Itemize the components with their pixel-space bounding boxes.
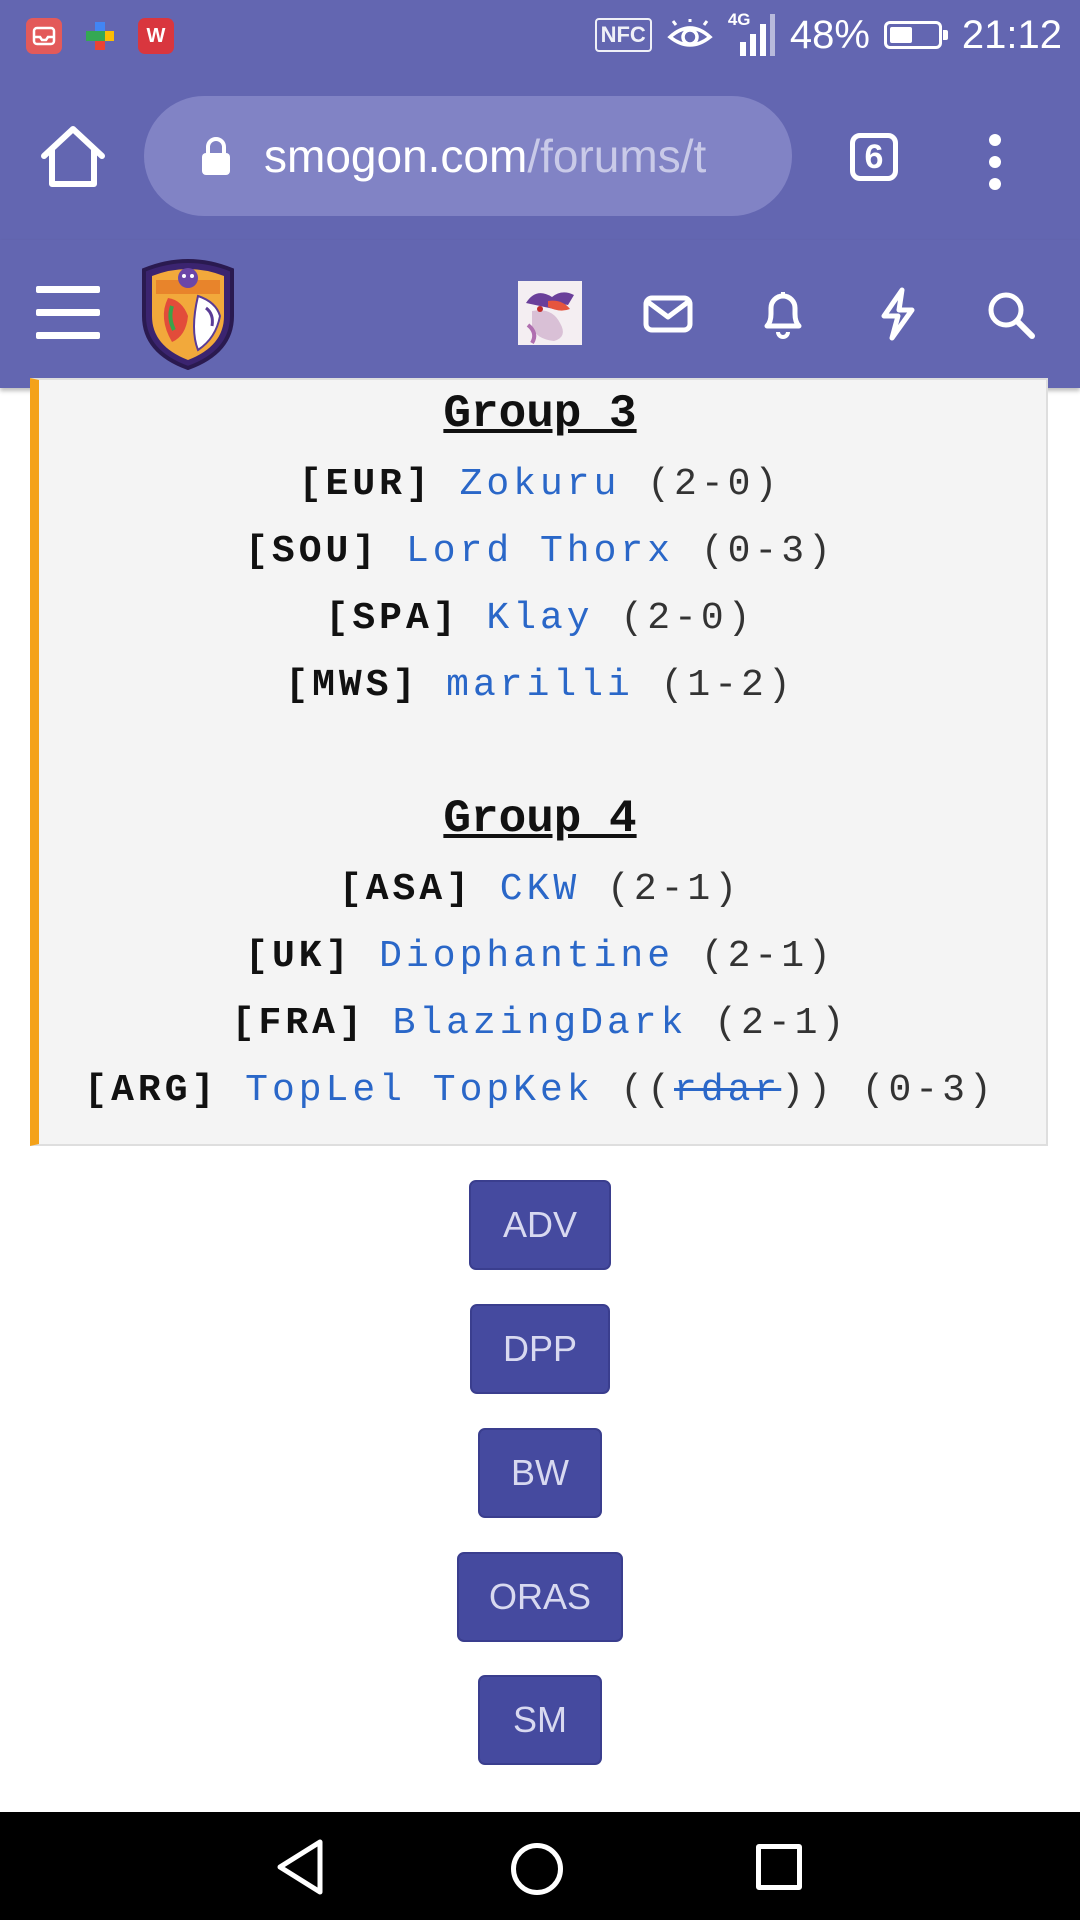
record: (2-1): [700, 935, 835, 978]
clock: 21:12: [961, 12, 1062, 57]
player-link[interactable]: Lord Thorx: [406, 530, 674, 573]
notification-icons: W: [26, 18, 174, 54]
player-link[interactable]: TopLel TopKek: [245, 1069, 593, 1112]
player-link[interactable]: Klay: [486, 597, 593, 640]
browser-toolbar: smogon.com/forums/t 6: [0, 74, 1080, 240]
list-item: [MWS] marilli (1-2): [0, 664, 1080, 707]
menu-icon[interactable]: [36, 286, 100, 340]
status-bar: W NFC 4G 48% 21:12: [0, 0, 1080, 74]
email-app-icon: [26, 18, 62, 54]
player-link[interactable]: Zokuru: [460, 463, 621, 506]
more-options-icon[interactable]: [985, 132, 1005, 192]
tier-button-oras[interactable]: ORAS: [457, 1552, 623, 1642]
list-item: [SPA] Klay (2-0): [0, 597, 1080, 640]
region-tag: [SOU]: [245, 530, 380, 573]
struck-player-link[interactable]: rdar: [674, 1069, 781, 1112]
player-link[interactable]: marilli: [446, 664, 634, 707]
record: (0-3): [700, 530, 835, 573]
sub-paren-close: )): [781, 1069, 835, 1112]
sub-paren-open: ((: [620, 1069, 675, 1112]
back-icon[interactable]: [274, 1838, 326, 1896]
nfc-icon: NFC: [594, 18, 652, 52]
record: (2-0): [647, 463, 782, 506]
region-tag: [ASA]: [338, 868, 473, 911]
play-games-icon: [82, 18, 118, 54]
region-tag: [EUR]: [298, 463, 433, 506]
smogon-logo[interactable]: [136, 256, 240, 370]
wps-office-icon: W: [138, 18, 174, 54]
battery-percent: 48%: [789, 12, 870, 57]
url-path: /forums/t: [527, 130, 707, 182]
home-icon[interactable]: [38, 122, 108, 192]
user-avatar[interactable]: [518, 281, 582, 345]
whats-new-bolt-icon[interactable]: [870, 286, 926, 342]
record: (2-1): [607, 868, 742, 911]
system-indicators: NFC 4G 48% 21:12: [594, 10, 1062, 58]
player-link[interactable]: BlazingDark: [393, 1002, 688, 1045]
battery-icon: [883, 21, 948, 49]
list-item: [EUR] Zokuru (2-0): [0, 463, 1080, 506]
record: (1-2): [660, 664, 795, 707]
list-item: [SOU] Lord Thorx (0-3): [0, 530, 1080, 573]
region-tag: [UK]: [245, 935, 353, 978]
list-item: [ASA] CKW (2-1): [0, 868, 1080, 911]
group-title: Group 4: [443, 793, 637, 845]
tier-button-dpp[interactable]: DPP: [470, 1304, 610, 1394]
tier-button-sm[interactable]: SM: [478, 1675, 602, 1765]
forum-header: [0, 240, 1080, 388]
lock-icon: [202, 137, 230, 175]
list-item: [UK] Diophantine (2-1): [0, 935, 1080, 978]
record: (2-1): [714, 1002, 849, 1045]
url-host: smogon.com: [264, 130, 528, 182]
region-tag: [FRA]: [231, 1002, 366, 1045]
system-navigation-bar: [0, 1812, 1080, 1920]
tab-switcher-button[interactable]: 6: [850, 133, 898, 181]
tier-button-adv[interactable]: ADV: [469, 1180, 611, 1270]
home-circle-icon[interactable]: [511, 1843, 563, 1895]
record: (0-3): [861, 1069, 996, 1112]
address-bar[interactable]: smogon.com/forums/t: [144, 96, 792, 216]
group-title: Group 3: [443, 388, 637, 440]
region-tag: [MWS]: [285, 664, 420, 707]
region-tag: [SPA]: [325, 597, 460, 640]
region-tag: [ARG]: [84, 1069, 219, 1112]
list-item: [ARG] TopLel TopKek ((rdar)) (0-3): [0, 1069, 1080, 1112]
search-icon[interactable]: [982, 286, 1038, 342]
signal-icon: 4G: [728, 10, 776, 58]
player-link[interactable]: Diophantine: [379, 935, 674, 978]
tier-button-bw[interactable]: BW: [478, 1428, 602, 1518]
notifications-bell-icon[interactable]: [755, 286, 811, 342]
player-link[interactable]: CKW: [500, 868, 580, 911]
inbox-icon[interactable]: [640, 286, 696, 342]
eye-comfort-icon: [667, 19, 713, 47]
recent-apps-icon[interactable]: [756, 1844, 802, 1890]
record: (2-0): [620, 597, 755, 640]
url-text[interactable]: smogon.com/forums/t: [264, 129, 706, 183]
list-item: [FRA] BlazingDark (2-1): [0, 1002, 1080, 1045]
